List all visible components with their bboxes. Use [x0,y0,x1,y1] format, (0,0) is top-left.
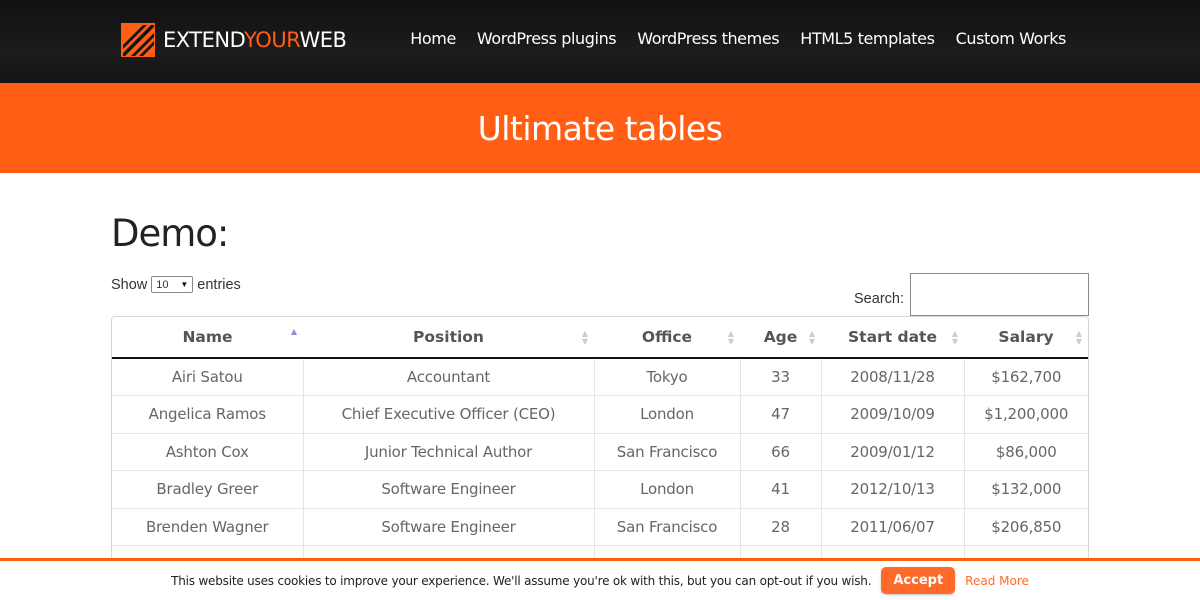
nav-home[interactable]: Home [410,29,456,48]
column-header-label: Salary [998,328,1054,346]
sort-ascending-icon: ▲ [290,327,297,336]
logo-text-your: YOUR [244,28,300,52]
data-table-container: Name ▲ Position ▲ ▼ Office ▲ ▼ Age ▲ ▼ Start da… [111,316,1089,576]
column-header-label: Position [413,328,484,346]
logo-text-web: WEB [299,28,347,52]
cell-start-date: 2011/06/07 [821,508,965,546]
cell-salary: $86,000 [964,433,1088,471]
cell-office: San Francisco [594,508,741,546]
cell-office: London [594,470,741,509]
column-header-start-date[interactable]: Start date ▲ ▼ [821,317,964,359]
cell-age: 41 [740,470,822,509]
page-banner: Ultimate tables [0,83,1200,173]
cell-name: Brenden Wagner [112,508,304,546]
column-header-label: Age [763,328,798,346]
entries-select[interactable]: 10 ▼ [151,276,194,293]
sort-both-icon: ▲ ▼ [808,329,815,346]
cell-position: Chief Executive Officer (CEO) [303,395,595,434]
data-table: Name ▲ Position ▲ ▼ Office ▲ ▼ Age ▲ ▼ Start da… [112,317,1088,576]
cell-age: 28 [740,508,822,546]
table-search: Search: [854,273,1089,316]
accept-cookies-button[interactable]: Accept [881,567,956,594]
cell-name: Angelica Ramos [112,395,304,434]
page-title: Ultimate tables [477,108,723,148]
table-header-row: Name ▲ Position ▲ ▼ Office ▲ ▼ Age ▲ ▼ Start da… [112,317,1088,359]
nav-wordpress-themes[interactable]: WordPress themes [637,29,779,48]
nav-html5-templates[interactable]: HTML5 templates [800,29,935,48]
entries-length-control: Show 10 ▼ entries [111,276,241,293]
nav-wordpress-plugins[interactable]: WordPress plugins [477,29,617,48]
logo-icon [121,23,155,57]
cell-salary: $206,850 [964,508,1088,546]
cell-start-date: 2009/10/09 [821,395,965,434]
cookie-consent-bar: This website uses cookies to improve you… [0,558,1200,600]
search-input[interactable] [910,273,1089,316]
entries-select-value: 10 [156,278,169,291]
column-header-salary[interactable]: Salary ▲ ▼ [964,317,1088,359]
cell-office: Tokyo [594,358,741,396]
read-more-link[interactable]: Read More [965,574,1029,588]
logo-text-extend: EXTEND [163,28,245,52]
logo-text: EXTENDYOURWEB [163,22,347,58]
cell-salary: $162,700 [964,358,1088,396]
table-row: Airi Satou Accountant Tokyo 33 2008/11/2… [112,358,1088,396]
column-header-name[interactable]: Name ▲ [112,317,303,359]
dropdown-arrow-icon: ▼ [180,280,189,289]
column-header-label: Office [641,328,693,346]
show-label: Show [111,276,148,293]
site-header: EXTENDYOURWEB Home WordPress plugins Wor… [0,0,1200,83]
sort-both-icon: ▲ ▼ [581,329,588,346]
column-header-label: Start date [848,328,937,346]
cell-position: Junior Technical Author [303,433,595,471]
cell-name: Bradley Greer [112,470,304,509]
sort-both-icon: ▲ ▼ [1075,329,1082,346]
cell-position: Software Engineer [303,470,595,509]
cell-name: Ashton Cox [112,433,304,471]
nav-custom-works[interactable]: Custom Works [956,29,1067,48]
cookie-message: This website uses cookies to improve you… [171,573,872,588]
cell-office: London [594,395,741,434]
cell-name: Airi Satou [112,358,304,396]
cell-office: San Francisco [594,433,741,471]
table-row: Brenden Wagner Software Engineer San Fra… [112,508,1088,546]
entries-label: entries [197,276,241,293]
sort-both-icon: ▲ ▼ [951,329,958,346]
cell-start-date: 2012/10/13 [821,470,965,509]
cell-age: 33 [740,358,822,396]
column-header-age[interactable]: Age ▲ ▼ [740,317,821,359]
main-nav: Home WordPress plugins WordPress themes … [410,29,1066,48]
cell-position: Software Engineer [303,508,595,546]
cell-age: 47 [740,395,822,434]
cell-salary: $132,000 [964,470,1088,509]
table-row: Bradley Greer Software Engineer London 4… [112,470,1088,509]
table-row: Angelica Ramos Chief Executive Officer (… [112,395,1088,434]
sort-both-icon: ▲ ▼ [727,329,734,346]
cell-salary: $1,200,000 [964,395,1088,434]
cell-start-date: 2008/11/28 [821,358,965,396]
demo-heading: Demo: [111,212,229,255]
cell-start-date: 2009/01/12 [821,433,965,471]
column-header-label: Name [182,328,233,346]
cell-position: Accountant [303,358,595,396]
column-header-office[interactable]: Office ▲ ▼ [594,317,740,359]
search-label: Search: [854,290,904,307]
site-logo[interactable]: EXTENDYOURWEB [121,22,347,58]
table-row: Ashton Cox Junior Technical Author San F… [112,433,1088,471]
cell-age: 66 [740,433,822,471]
column-header-position[interactable]: Position ▲ ▼ [303,317,594,359]
